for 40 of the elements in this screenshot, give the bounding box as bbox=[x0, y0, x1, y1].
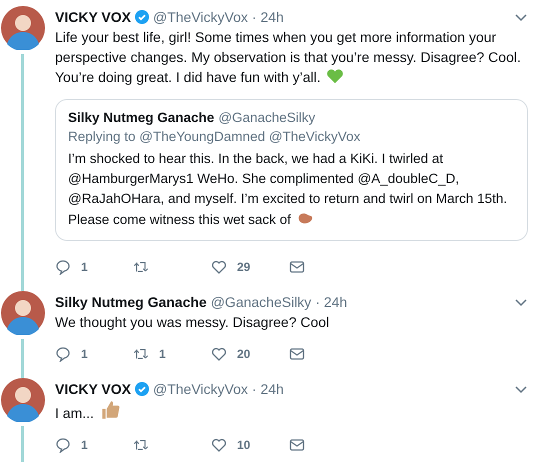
author-handle[interactable]: @TheVickyVox bbox=[153, 381, 248, 397]
tweet-text: Life your best life, girl! Some times when you get more information your perspective changes. My observation is that you’re messy. Disagree? Cool. You’re doing great. I did have fun with y’all. bbox=[55, 28, 522, 87]
envelope-icon[interactable] bbox=[289, 259, 305, 275]
reply-icon[interactable] bbox=[55, 346, 71, 362]
replying-to-text: Replying to @TheYoungDamned @TheVickyVox bbox=[68, 128, 362, 146]
retweet-icon[interactable] bbox=[133, 437, 149, 453]
heart-icon bbox=[326, 67, 344, 85]
avatar bbox=[0, 378, 44, 422]
quoted-tweet-text: I’m shocked to hear this. In the back, we had a KiKi. I twirled at @HamburgerMarys1 WeHo. She complimented @A_doubleC_D, @RaJahOHara, and myself. I’m excited to return and twirl on March 15th. Please come witness this wet sack of bbox=[68, 150, 508, 229]
envelope-icon[interactable] bbox=[289, 346, 305, 362]
envelope-icon[interactable] bbox=[289, 437, 305, 453]
reply-count: 1 bbox=[81, 438, 88, 452]
retweet-icon[interactable] bbox=[133, 346, 149, 362]
reply-icon[interactable] bbox=[55, 437, 71, 453]
avatar bbox=[0, 6, 44, 50]
tweet-time: · 24h bbox=[252, 381, 284, 397]
author-handle[interactable]: @TheVickyVox bbox=[153, 9, 248, 25]
author-name: Silky Nutmeg Ganache bbox=[55, 294, 207, 310]
reply-icon[interactable] bbox=[55, 259, 71, 275]
quoted-author-handle: @GanacheSilky bbox=[218, 110, 316, 125]
retweet-count: 1 bbox=[159, 347, 166, 361]
tweet-text: We thought you was messy. Disagree? Cool bbox=[55, 313, 330, 332]
heart-outline-icon[interactable] bbox=[211, 259, 227, 275]
quoted-author-name: Silky Nutmeg Ganache bbox=[68, 110, 214, 125]
like-count: 10 bbox=[237, 438, 250, 452]
tweet-text: I am... bbox=[55, 399, 528, 423]
quoted-tweet-card[interactable] bbox=[55, 99, 528, 241]
author-handle[interactable]: @GanacheSilky bbox=[210, 294, 312, 310]
tweet-time: · 24h bbox=[252, 9, 284, 25]
like-count: 29 bbox=[237, 260, 250, 274]
avatar bbox=[0, 291, 44, 335]
author-name: VICKY VOX bbox=[55, 9, 131, 25]
like-count: 20 bbox=[237, 347, 250, 361]
tweet-time: · 24h bbox=[315, 294, 348, 310]
heart-outline-icon[interactable] bbox=[211, 437, 227, 453]
heart-outline-icon[interactable] bbox=[211, 346, 227, 362]
author-name: VICKY VOX bbox=[55, 381, 131, 397]
reply-count: 1 bbox=[81, 260, 88, 274]
reply-count: 1 bbox=[81, 347, 88, 361]
retweet-icon[interactable] bbox=[133, 259, 149, 275]
